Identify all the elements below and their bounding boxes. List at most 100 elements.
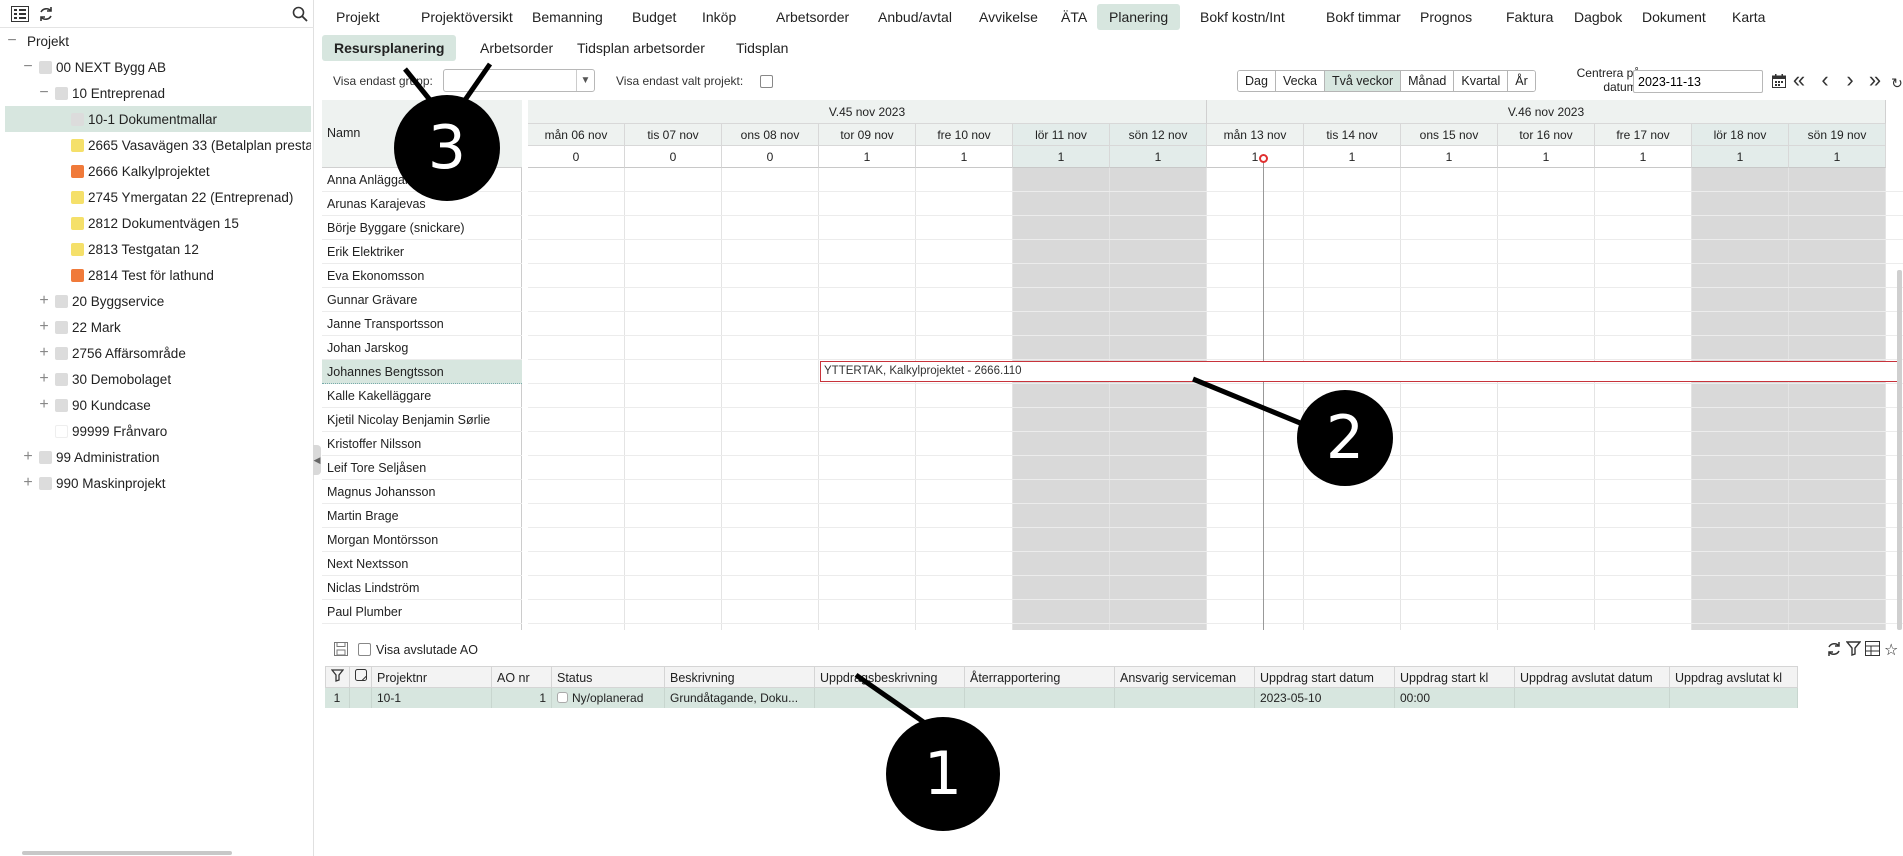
tree-node[interactable]: 10-1 Dokumentmallar [5, 106, 311, 132]
tree-node[interactable]: 2745 Ymergatan 22 (Entreprenad) [5, 184, 311, 210]
collapse-icon[interactable]: − [5, 33, 19, 49]
resource-row[interactable]: Arunas Karajevas [322, 192, 522, 216]
day-column[interactable] [722, 168, 819, 630]
expand-icon[interactable]: + [21, 475, 35, 491]
table-settings-icon[interactable] [1865, 641, 1880, 659]
tab-projektöversikt[interactable]: Projektöversikt [409, 4, 525, 30]
view-button[interactable]: Kvartal [1454, 71, 1509, 91]
tab-bokf-kostn-int[interactable]: Bokf kostn/Int [1188, 4, 1297, 30]
tab-anbud-avtal[interactable]: Anbud/avtal [866, 4, 964, 30]
tree-node[interactable]: +90 Kundcase [5, 392, 311, 418]
tab-faktura[interactable]: Faktura [1494, 4, 1565, 30]
filter-icon[interactable] [1845, 641, 1862, 659]
table-cell[interactable] [1670, 688, 1798, 708]
table-cell[interactable]: 10-1 [372, 688, 492, 708]
center-date-input[interactable] [1633, 70, 1763, 93]
table-cell[interactable]: 00:00 [1395, 688, 1515, 708]
tab-arbetsorder[interactable]: Arbetsorder [764, 4, 861, 30]
resource-row[interactable]: Börje Byggare (snickare) [322, 216, 522, 240]
tree-node[interactable]: 2666 Kalkylprojektet [5, 158, 311, 184]
previous-icon[interactable]: ‹ [1814, 69, 1836, 93]
day-column[interactable] [1013, 168, 1110, 630]
resource-row[interactable]: Paul Plumber [322, 600, 522, 624]
table-cell[interactable]: Ny/oplanerad [552, 688, 665, 708]
reload-icon[interactable]: ↻ [1886, 72, 1903, 96]
day-column[interactable] [916, 168, 1013, 630]
day-column[interactable] [528, 168, 625, 630]
tab-dokument[interactable]: Dokument [1630, 4, 1718, 30]
table-cell[interactable]: 2023-05-10 [1255, 688, 1395, 708]
expand-icon[interactable]: + [37, 319, 51, 335]
tree-node[interactable]: +22 Mark [5, 314, 311, 340]
column-header[interactable]: Uppdrag avslutat kl [1670, 666, 1798, 688]
group-select[interactable]: ▼ [443, 69, 595, 92]
search-icon[interactable] [290, 4, 310, 24]
view-button[interactable]: Dag [1238, 71, 1276, 91]
resource-row[interactable]: Johannes Bengtsson [322, 360, 522, 384]
view-button[interactable]: Månad [1401, 71, 1455, 91]
tree-node[interactable]: 2665 Vasavägen 33 (Betalplan prestation) [5, 132, 311, 158]
column-header[interactable]: Återrapportering [965, 666, 1115, 688]
booking-bar[interactable]: YTTERTAK, Kalkylprojektet - 2666.110 [820, 361, 1902, 382]
tab-äta[interactable]: ÄTA [1049, 4, 1099, 30]
resource-row[interactable]: Janne Transportsson [322, 312, 522, 336]
resource-row[interactable]: Morgan Montörsson [322, 528, 522, 552]
resource-row[interactable]: Eva Ekonomsson [322, 264, 522, 288]
tab-planering[interactable]: Planering [1097, 4, 1181, 30]
table-cell[interactable]: 1 [492, 688, 552, 708]
column-header[interactable]: Beskrivning [665, 666, 815, 688]
tree-node[interactable]: − 00 NEXT Bygg AB [5, 54, 311, 80]
view-button[interactable]: År [1508, 71, 1535, 91]
column-header[interactable]: Uppdrag start kl [1395, 666, 1515, 688]
tree-node[interactable]: +990 Maskinprojekt [5, 470, 311, 496]
collapse-icon[interactable]: − [37, 85, 51, 101]
tree-node[interactable]: 2813 Testgatan 12 [5, 236, 311, 262]
resource-row[interactable]: Kjetil Nicolay Benjamin Sørlie [322, 408, 522, 432]
resource-row[interactable]: Gunnar Grävare [322, 288, 522, 312]
tree-node[interactable]: 2812 Dokumentvägen 15 [5, 210, 311, 236]
subtab-resursplanering[interactable]: Resursplanering [322, 35, 457, 61]
day-column[interactable] [1498, 168, 1595, 630]
tab-prognos[interactable]: Prognos [1408, 4, 1484, 30]
table-cell[interactable] [1515, 688, 1670, 708]
collapse-sidebar-handle[interactable]: ◀ [313, 445, 321, 475]
tab-budget[interactable]: Budget [620, 4, 688, 30]
view-button[interactable]: Vecka [1275, 71, 1325, 91]
filter-column-header[interactable] [325, 666, 350, 688]
expand-icon[interactable]: + [21, 449, 35, 465]
day-column[interactable] [819, 168, 916, 630]
expand-icon[interactable]: + [37, 345, 51, 361]
tree-node[interactable]: +30 Demobolaget [5, 366, 311, 392]
table-cell[interactable] [1115, 688, 1255, 708]
tree-node[interactable]: +2756 Affärsområde [5, 340, 311, 366]
column-header[interactable]: Projektnr [372, 666, 492, 688]
table-cell[interactable]: Grundåtagande, Doku... [665, 688, 815, 708]
expand-icon[interactable]: + [37, 397, 51, 413]
view-button[interactable]: Två veckor [1325, 71, 1402, 91]
column-header[interactable]: Status [552, 666, 665, 688]
day-column[interactable] [1595, 168, 1692, 630]
resource-row[interactable]: Magnus Johansson [322, 480, 522, 504]
resource-row[interactable]: Next Nextsson [322, 552, 522, 576]
subtab-arbetsorder[interactable]: Arbetsorder [468, 35, 565, 61]
subtab-tidsplan[interactable]: Tidsplan [724, 35, 800, 61]
expand-icon[interactable]: + [37, 371, 51, 387]
tab-inköp[interactable]: Inköp [690, 4, 748, 30]
day-column[interactable] [1207, 168, 1304, 630]
resource-row[interactable]: Johan Jarskog [322, 336, 522, 360]
refresh-icon[interactable] [36, 4, 56, 24]
expand-icon[interactable]: + [37, 293, 51, 309]
tab-bokf-timmar[interactable]: Bokf timmar [1314, 4, 1413, 30]
tree-node[interactable]: 99999 Frånvaro [5, 418, 311, 444]
day-column[interactable] [1692, 168, 1789, 630]
forward-fast-icon[interactable]: » [1864, 69, 1886, 93]
table-cell[interactable] [815, 688, 965, 708]
tree-node[interactable]: +99 Administration [5, 444, 311, 470]
collapse-icon[interactable]: − [21, 59, 35, 75]
column-header[interactable]: AO nr [492, 666, 552, 688]
tree-node[interactable]: − Projekt [5, 28, 311, 54]
tree-node[interactable]: − 10 Entreprenad [5, 80, 311, 106]
column-header[interactable]: Uppdragsbeskrivning [815, 666, 965, 688]
column-header[interactable]: Uppdrag avslutat datum [1515, 666, 1670, 688]
project-only-checkbox[interactable] [760, 75, 773, 88]
